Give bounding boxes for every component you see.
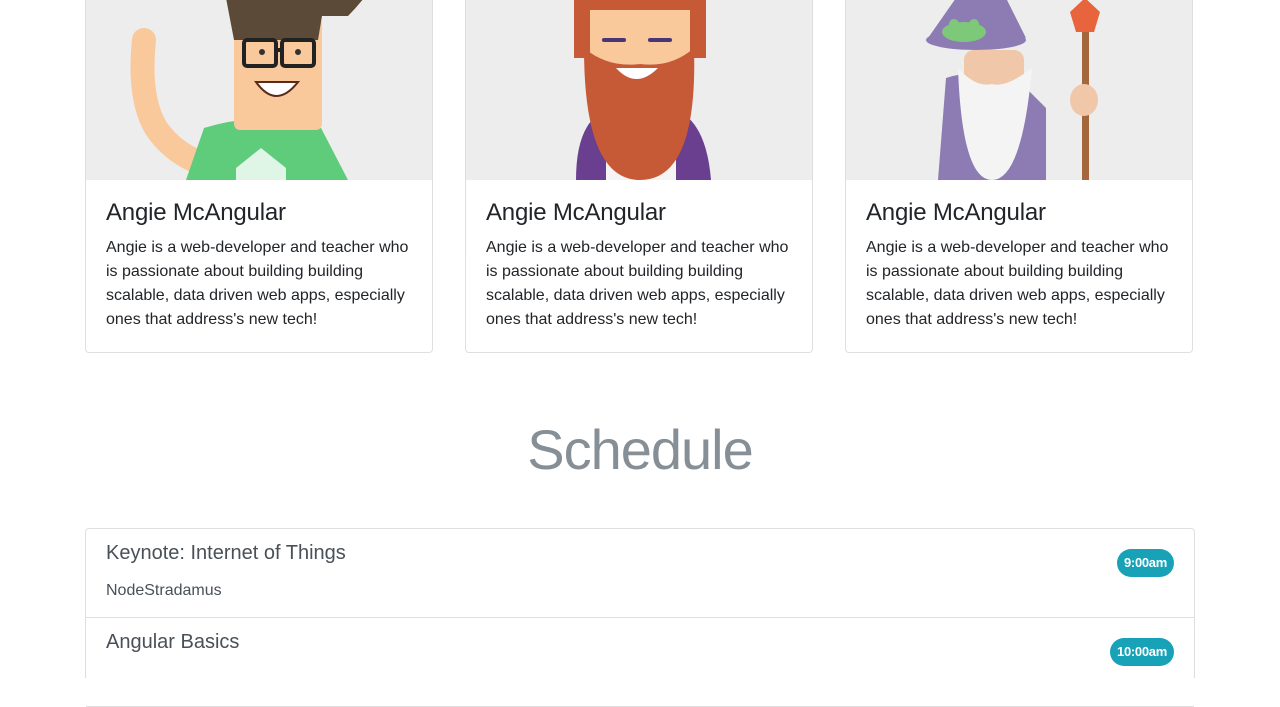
session-title: Angular Basics: [106, 631, 240, 653]
speaker-bio: Angie is a web-developer and teacher who…: [106, 239, 409, 328]
speaker-bio: Angie is a web-developer and teacher who…: [866, 239, 1169, 328]
list-item[interactable]: Keynote: Internet of Things NodeStradamu…: [86, 529, 1194, 618]
speaker-cards: Angie McAngular Angie is a web-developer…: [85, 0, 1195, 355]
session-speaker: NodeStradamus: [106, 582, 222, 599]
schedule-list: Keynote: Internet of Things NodeStradamu…: [85, 528, 1195, 707]
speaker-card: Angie McAngular Angie is a web-developer…: [85, 0, 433, 353]
time-badge: 10:00am: [1110, 638, 1174, 666]
speaker-card: Angie McAngular Angie is a web-developer…: [845, 0, 1193, 353]
speaker-name: Angie McAngular: [866, 199, 1046, 226]
speaker-bio: Angie is a web-developer and teacher who…: [486, 239, 789, 328]
bearded-avatar-icon: [466, 0, 812, 180]
list-item[interactable]: Angular Basics 10:00am: [86, 618, 1194, 707]
speaker-name: Angie McAngular: [486, 199, 666, 226]
speaker-name: Angie McAngular: [106, 199, 286, 226]
nerd-avatar-icon: [86, 0, 432, 180]
speaker-card: Angie McAngular Angie is a web-developer…: [465, 0, 813, 353]
wizard-avatar-icon: [846, 0, 1192, 180]
time-badge: 9:00am: [1116, 549, 1174, 577]
session-title: Keynote: Internet of Things: [106, 542, 346, 564]
schedule-heading: Schedule: [527, 418, 754, 481]
